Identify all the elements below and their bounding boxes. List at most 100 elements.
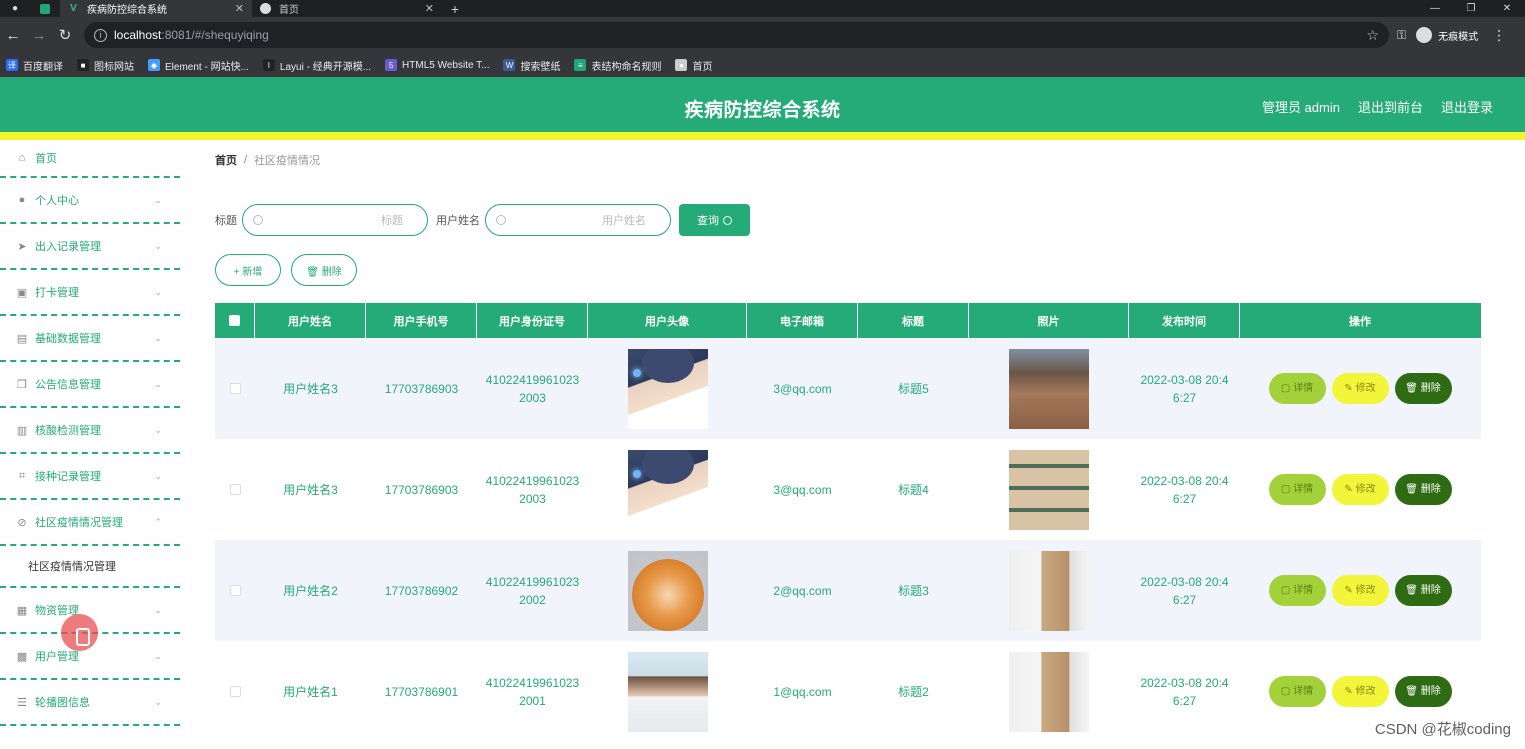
bookmark-item[interactable]: 5 HTML5 Website T...	[385, 59, 489, 71]
row-checkbox[interactable]	[229, 383, 241, 394]
sidebar-item-label: 打卡管理	[35, 287, 79, 299]
chevron-icon: ⌄	[154, 194, 162, 205]
bookmark-item[interactable]: 译百度翻译	[6, 58, 63, 73]
cell-time: 2022-03-08 20:4 6:27	[1140, 574, 1229, 607]
sidebar-item[interactable]: ▥ 核酸检测管理 ⌄	[0, 408, 180, 454]
sidebar-item-label: 公告信息管理	[35, 379, 101, 391]
edit-button[interactable]: ✎ 修改	[1331, 373, 1389, 404]
sidebar-item-label: 核酸检测管理	[35, 425, 101, 437]
back-to-front-link[interactable]: 退出到前台	[1358, 97, 1423, 116]
search-form: 标题 标题 用户姓名 用户姓名 查询	[215, 204, 750, 236]
edit-button[interactable]: ✎ 修改	[1331, 474, 1389, 505]
cell-title: 标题4	[898, 482, 929, 497]
browser-tabbar: ● V 疾病防控综合系统 ✕ 首页 ✕ + — ❐ ✕	[0, 0, 1525, 17]
cell-name: 用户姓名2	[283, 583, 338, 598]
row-checkbox[interactable]	[229, 585, 241, 596]
globe-icon[interactable]: ●	[0, 0, 30, 17]
sidebar-item[interactable]: ☰ 轮播图信息 ⌄	[0, 680, 180, 726]
profile-button[interactable]: 无痕模式	[1416, 27, 1478, 43]
browser-tab-active[interactable]: V 疾病防控综合系统 ✕	[60, 0, 252, 17]
minimize-icon[interactable]: —	[1417, 3, 1453, 14]
detail-button[interactable]: ▢ 详情	[1268, 575, 1326, 606]
bookmark-item[interactable]: W 搜索壁纸	[503, 58, 560, 73]
chevron-icon: ⌄	[154, 604, 162, 615]
sidebar-item[interactable]: ⊘ 社区疫情情况管理 ⌃	[0, 500, 180, 546]
logout-link[interactable]: 退出登录	[1441, 97, 1493, 116]
chevron-icon: ⌄	[154, 470, 162, 481]
column-header: 用户头像	[588, 303, 747, 338]
sidebar-item[interactable]: ⌗ 接种记录管理 ⌄	[0, 454, 180, 500]
row-checkbox[interactable]	[229, 686, 241, 697]
detail-button[interactable]: ▢ 详情	[1268, 373, 1326, 404]
cell-phone: 17703786902	[384, 583, 459, 598]
window-close-icon[interactable]: ✕	[1489, 3, 1525, 14]
close-icon[interactable]: ✕	[425, 2, 434, 15]
select-all-checkbox[interactable]	[229, 315, 240, 326]
bookmark-item[interactable]: ≡ 表结构命名规则	[574, 58, 661, 73]
add-button[interactable]: + 新增	[215, 254, 281, 286]
back-arrow-icon[interactable]: ←	[0, 27, 26, 44]
username-label: 用户姓名	[436, 215, 480, 227]
photo-image	[1009, 348, 1089, 429]
close-icon[interactable]: ✕	[235, 2, 244, 15]
bookmark-icon: W	[503, 59, 516, 71]
sidebar-item[interactable]: ▤ 基础数据管理 ⌄	[0, 316, 180, 362]
bookmark-item[interactable]: l Layui - 经典开源模...	[262, 58, 371, 73]
new-tab-button[interactable]: +	[442, 1, 468, 17]
search-icon	[253, 215, 263, 225]
cell-title: 标题3	[898, 583, 929, 598]
edit-button[interactable]: ✎ 修改	[1331, 676, 1389, 707]
user-icon: ●	[18, 194, 26, 206]
batch-delete-button[interactable]: 🗑 删除	[291, 254, 357, 286]
bookmark-item[interactable]: ◆ Element - 网站快...	[148, 58, 249, 73]
sidebar-item[interactable]: ⌂ 首页	[0, 140, 180, 178]
table-row: 用户姓名2 17703786902 41022419961023 2002 2@qq.…	[215, 540, 1481, 641]
sidebar-item[interactable]: ● 个人中心 ⌄	[0, 178, 180, 224]
browser-tab-inactive[interactable]: 首页 ✕	[252, 0, 442, 17]
restore-icon[interactable]: ❐	[1453, 3, 1489, 14]
column-header: 照片	[969, 303, 1129, 338]
bookmarks-bar: 译百度翻译 ■ 图标网站 ◆ Element - 网站快... l Layui - 经典开源…	[0, 53, 1525, 77]
query-button[interactable]: 查询	[679, 204, 750, 236]
sidebar-item[interactable]: ➤ 出入记录管理 ⌄	[0, 224, 180, 270]
delete-button[interactable]: 🗑 删除	[1394, 676, 1452, 707]
delete-button[interactable]: 🗑 删除	[1394, 474, 1452, 505]
pinned-tab-icon[interactable]	[30, 0, 60, 17]
copy-icon: ❐	[17, 378, 27, 391]
forward-arrow-icon[interactable]: →	[26, 27, 52, 44]
star-icon[interactable]: ☆	[1366, 27, 1379, 44]
delete-button[interactable]: 🗑 删除	[1394, 373, 1452, 404]
sidebar-item[interactable]: ▣ 打卡管理 ⌄	[0, 270, 180, 316]
chevron-icon: ⌄	[154, 424, 162, 435]
breadcrumb-home[interactable]: 首页	[215, 152, 237, 168]
sidebar-item[interactable]: ❐ 公告信息管理 ⌄	[0, 362, 180, 408]
bookmark-item[interactable]: ● 首页	[675, 58, 712, 73]
edit-button[interactable]: ✎ 修改	[1331, 575, 1389, 606]
chart-icon: ▥	[16, 424, 28, 437]
title-search-input[interactable]: 标题	[242, 204, 428, 236]
send-icon: ➤	[17, 240, 27, 253]
checkbox-cell	[215, 540, 255, 641]
info-icon[interactable]: i	[94, 28, 107, 42]
header-accent-bar	[0, 132, 1525, 140]
key-icon[interactable]: ⚿	[1397, 28, 1406, 43]
data-table: 用户姓名 用户手机号 用户身份证号 用户头像 电子邮箱 标题 照片 发布时间 操作 用户姓名3 17…	[215, 303, 1481, 742]
row-checkbox[interactable]	[229, 484, 241, 495]
username-search-input[interactable]: 用户姓名	[485, 204, 671, 236]
detail-button[interactable]: ▢ 详情	[1268, 676, 1326, 707]
detail-button[interactable]: ▢ 详情	[1268, 474, 1326, 505]
delete-button[interactable]: 🗑 删除	[1394, 575, 1452, 606]
reload-icon[interactable]: ↻	[52, 26, 78, 44]
sidebar-subitem[interactable]: 社区疫情情况管理	[0, 546, 180, 588]
cell-name: 用户姓名1	[283, 684, 338, 699]
breadcrumb-current: 社区疫情情况	[254, 155, 321, 167]
profile-label: 无痕模式	[1438, 31, 1479, 43]
cell-name: 用户姓名3	[283, 381, 338, 396]
sidebar-item-label: 基础数据管理	[35, 333, 101, 345]
more-menu-icon[interactable]: ⋮	[1492, 27, 1506, 44]
sidebar-item-label: 个人中心	[35, 195, 79, 207]
table-row: 用户姓名1 17703786901 41022419961023 2001 1@qq.…	[215, 641, 1481, 742]
url-input[interactable]: i localhost :8081/#/shequyiqing ☆	[84, 22, 1389, 48]
cell-title: 标题2	[898, 684, 929, 699]
bookmark-item[interactable]: ■ 图标网站	[77, 58, 134, 73]
